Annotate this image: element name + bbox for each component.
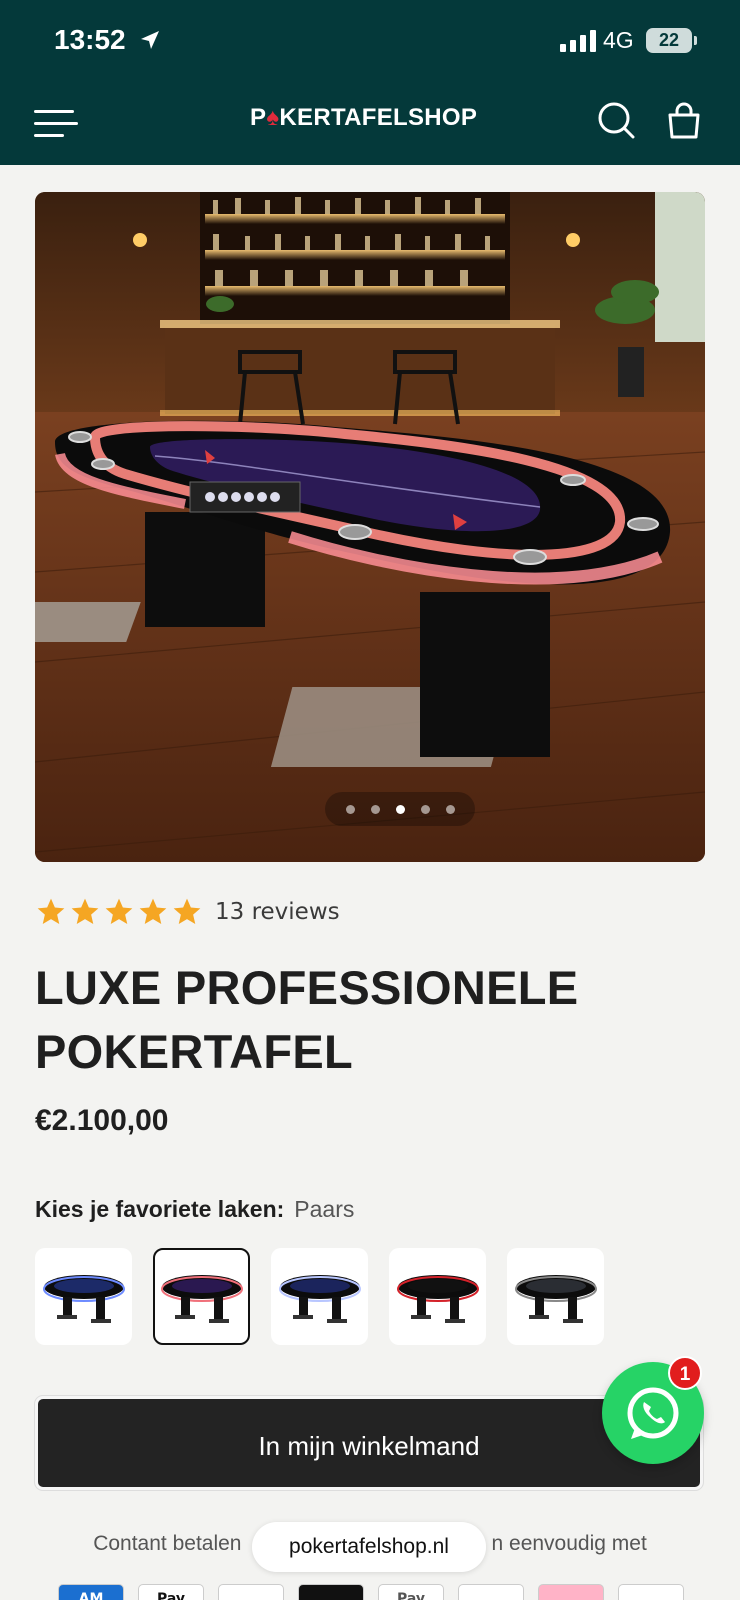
option-value: Paars <box>294 1196 355 1222</box>
star-icon <box>173 898 201 924</box>
payment-methods: AM Pay Pay <box>58 1584 684 1600</box>
color-swatch-blauw-wit[interactable] <box>271 1248 368 1345</box>
reviews-count[interactable]: 13 reviews <box>215 899 340 925</box>
product-image-gallery[interactable] <box>35 192 705 862</box>
apple-pay-icon: Pay <box>138 1584 204 1600</box>
star-icon <box>71 898 99 924</box>
bancontact-icon <box>218 1584 284 1600</box>
gallery-dot[interactable] <box>345 804 355 814</box>
color-swatches <box>35 1248 604 1345</box>
cart-bag-icon[interactable] <box>664 100 704 140</box>
maestro-icon <box>618 1584 684 1600</box>
product-title: LUXE PROFESSIONELE POKERTAFEL <box>35 961 579 1078</box>
star-icon <box>105 898 133 924</box>
swatch-table-image <box>514 1274 597 1323</box>
gallery-dot-active[interactable] <box>395 804 405 814</box>
star-icon <box>37 898 65 924</box>
option-selector-label: Kies je favoriete laken: Paars <box>35 1196 354 1223</box>
gallery-dot[interactable] <box>445 804 455 814</box>
product-rating[interactable]: 13 reviews <box>35 896 340 928</box>
color-swatch-rood[interactable] <box>389 1248 486 1345</box>
network-type: 4G <box>603 27 634 53</box>
site-logo[interactable]: P♠KERTAFELSHOP <box>250 104 477 132</box>
swatch-table-image <box>42 1274 125 1323</box>
site-header: P♠KERTAFELSHOP <box>0 82 740 165</box>
swatch-table-image <box>278 1274 361 1323</box>
menu-icon[interactable] <box>34 102 78 142</box>
gallery-dot[interactable] <box>420 804 430 814</box>
search-icon[interactable] <box>596 100 636 140</box>
gallery-pagination <box>325 792 475 826</box>
star-rating <box>35 896 203 928</box>
color-swatch-blauw[interactable] <box>35 1248 132 1345</box>
swatch-table-image <box>396 1274 479 1323</box>
status-time: 13:52 <box>54 24 126 55</box>
location-arrow-icon <box>141 31 159 49</box>
product-price: €2.100,00 <box>35 1104 169 1137</box>
color-swatch-paars[interactable] <box>153 1248 250 1345</box>
klarna-pink-icon <box>538 1584 604 1600</box>
battery-icon: 22 <box>646 28 697 53</box>
browser-url-bar[interactable]: pokertafelshop.nl <box>252 1522 486 1572</box>
star-icon <box>139 898 167 924</box>
notification-badge: 1 <box>668 1356 702 1390</box>
ideal-dark-icon <box>298 1584 364 1600</box>
klarna-icon <box>458 1584 524 1600</box>
product-image <box>35 192 705 862</box>
gallery-dot[interactable] <box>370 804 380 814</box>
color-swatch-zwart[interactable] <box>507 1248 604 1345</box>
google-pay-icon: Pay <box>378 1584 444 1600</box>
option-label: Kies je favoriete laken: <box>35 1196 285 1222</box>
status-bar: 13:52 4G 22 <box>0 0 740 82</box>
signal-icon <box>560 30 596 52</box>
amex-icon: AM <box>58 1584 124 1600</box>
swatch-table-image <box>160 1274 243 1323</box>
